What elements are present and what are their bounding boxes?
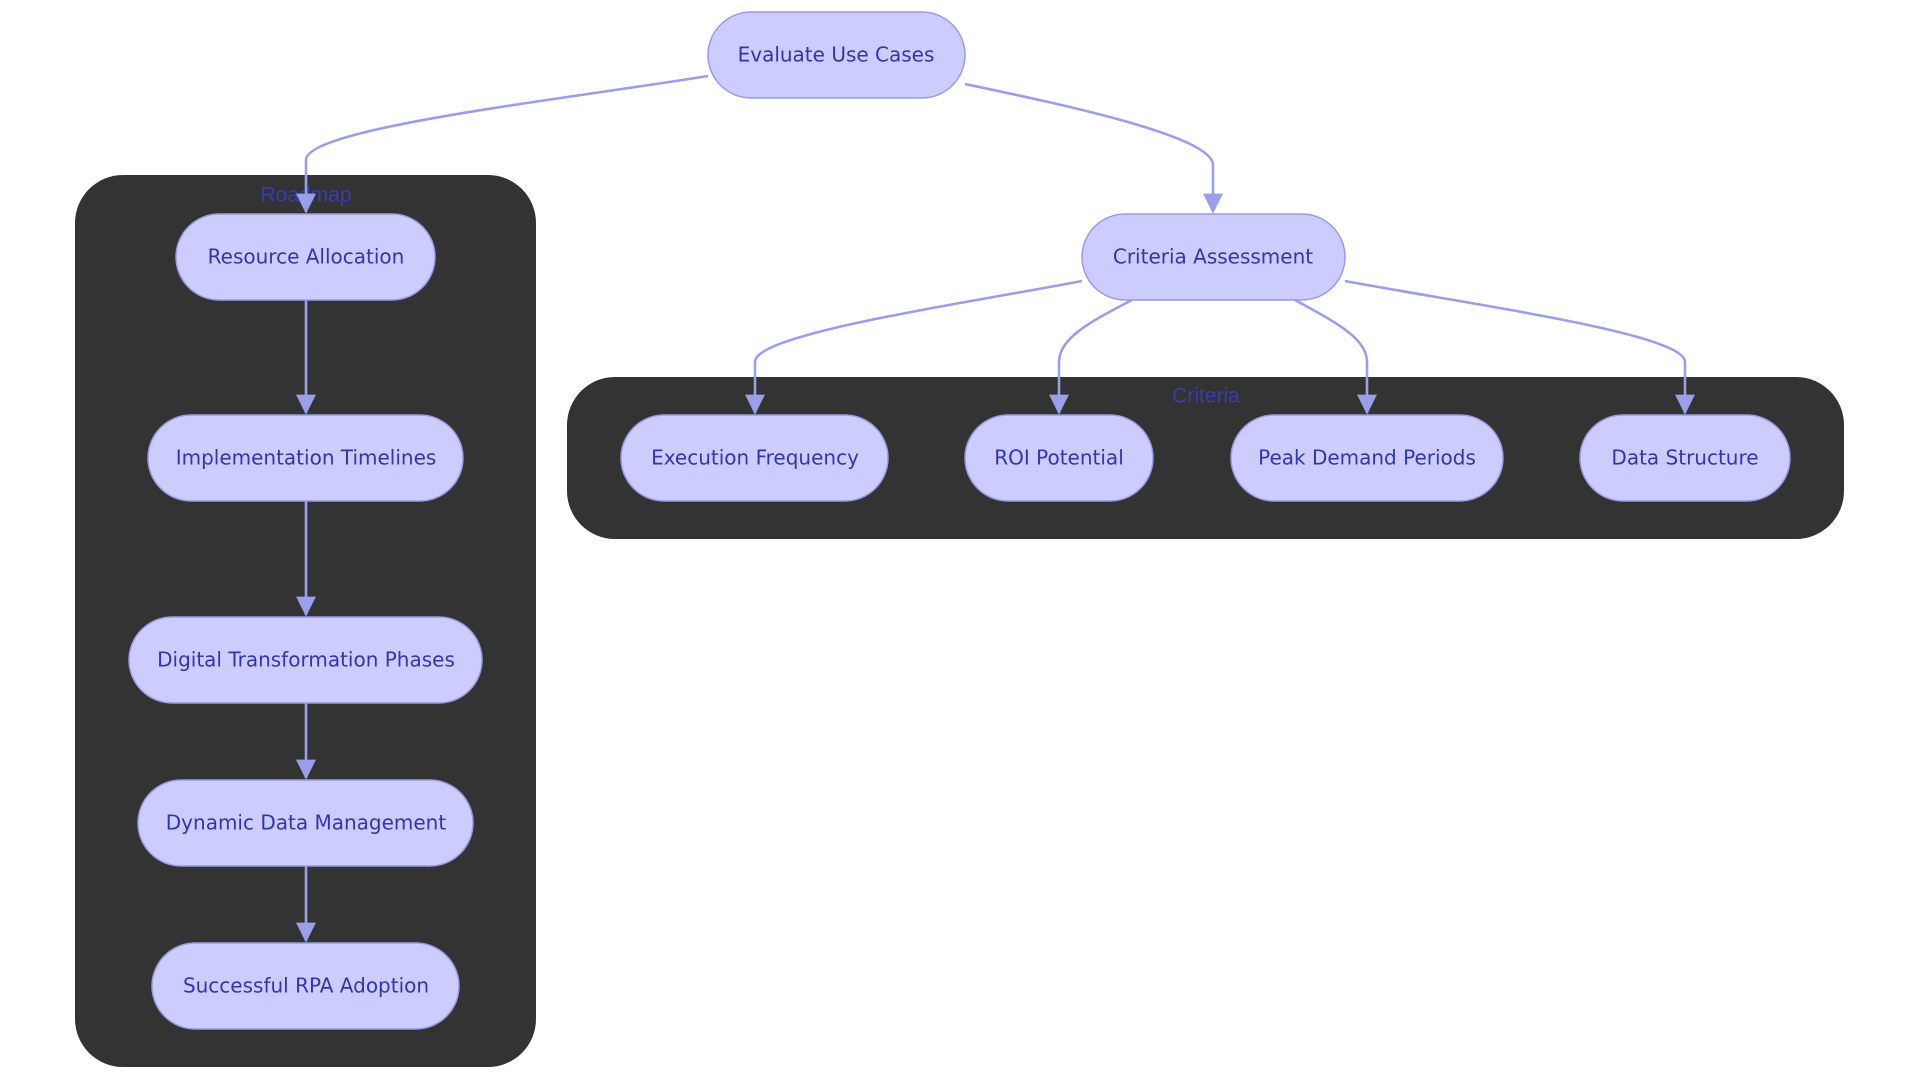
edge-evaluate-to-assessment	[964, 82, 1223, 214]
node-implementation-timelines[interactable]: Implementation Timelines	[147, 414, 464, 502]
cluster-criteria-label: Criteria	[1172, 385, 1240, 408]
node-evaluate-use-cases[interactable]: Evaluate Use Cases	[707, 11, 966, 99]
node-execution-frequency[interactable]: Execution Frequency	[620, 414, 889, 502]
node-label: Criteria Assessment	[1113, 245, 1313, 269]
node-label: Data Structure	[1611, 446, 1758, 470]
node-dynamic-data-management[interactable]: Dynamic Data Management	[137, 779, 474, 867]
node-resource-allocation[interactable]: Resource Allocation	[175, 213, 436, 301]
node-digital-transformation-phases[interactable]: Digital Transformation Phases	[128, 616, 483, 704]
node-label: Resource Allocation	[208, 245, 405, 269]
node-label: Evaluate Use Cases	[738, 43, 935, 67]
node-label: Dynamic Data Management	[166, 811, 447, 835]
node-peak-demand-periods[interactable]: Peak Demand Periods	[1230, 414, 1504, 502]
node-label: Digital Transformation Phases	[157, 648, 455, 672]
node-roi-potential[interactable]: ROI Potential	[964, 414, 1154, 502]
node-successful-rpa-adoption[interactable]: Successful RPA Adoption	[151, 942, 460, 1030]
node-label: Implementation Timelines	[176, 446, 437, 470]
node-label: Peak Demand Periods	[1258, 446, 1476, 470]
flowchart-canvas: Roadmap Criteria Evaluate Use Cases Reso…	[75, 11, 1844, 1067]
node-criteria-assessment[interactable]: Criteria Assessment	[1081, 213, 1346, 301]
node-data-structure[interactable]: Data Structure	[1579, 414, 1791, 502]
node-label: Execution Frequency	[651, 446, 859, 470]
node-label: ROI Potential	[994, 446, 1124, 470]
node-label: Successful RPA Adoption	[183, 974, 429, 998]
